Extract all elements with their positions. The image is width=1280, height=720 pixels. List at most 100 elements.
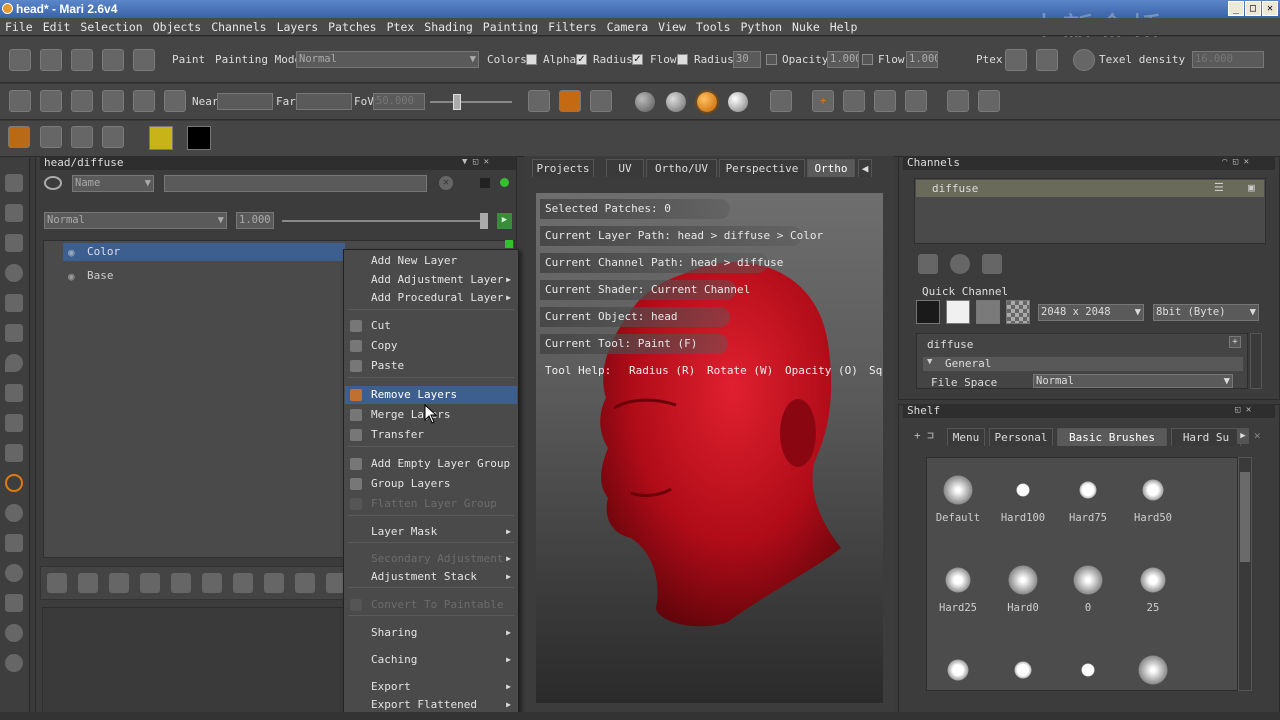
axis-grid-icon[interactable] xyxy=(905,90,927,112)
layer-row-color[interactable]: ◉ Color xyxy=(63,243,345,261)
colors-checkbox[interactable] xyxy=(526,54,537,65)
menu-channels[interactable]: Channels xyxy=(206,18,271,36)
menu-ptex[interactable]: Ptex xyxy=(382,18,420,36)
minimize-button[interactable]: _ xyxy=(1228,1,1244,16)
ball-tool-icon[interactable] xyxy=(559,90,581,112)
far-field[interactable] xyxy=(296,93,352,110)
radius-checkbox[interactable] xyxy=(632,52,643,65)
channel-row-diffuse[interactable]: diffuse ☰ ▣ xyxy=(916,180,1264,197)
axis-plus-icon[interactable]: + xyxy=(812,90,834,112)
tab-scroll-left-icon[interactable]: ◀ xyxy=(858,159,872,177)
eye-icon[interactable] xyxy=(40,126,62,148)
globe-icon[interactable] xyxy=(1073,49,1095,71)
ptex-grid-icon[interactable] xyxy=(1005,49,1027,71)
layer-filter-input[interactable] xyxy=(164,175,427,192)
cube-icon[interactable] xyxy=(102,90,124,112)
drop-icon[interactable] xyxy=(5,354,23,372)
brush-preset[interactable] xyxy=(1123,640,1183,690)
menu-tools[interactable]: Tools xyxy=(691,18,736,36)
painting-mode-select[interactable]: Normal ▼ xyxy=(296,51,479,68)
opacity-lock-checkbox[interactable] xyxy=(862,54,873,65)
pin-icon[interactable] xyxy=(5,444,23,462)
menu-nuke[interactable]: Nuke xyxy=(787,18,825,36)
eye-visibility-icon[interactable]: ◉ xyxy=(68,270,75,283)
menu-item-export[interactable]: Export ▶ xyxy=(345,678,517,696)
collapse-arrow-icon[interactable]: ▼ xyxy=(927,357,932,367)
opacity-field[interactable]: 1.000 xyxy=(827,51,859,68)
menu-objects[interactable]: Objects xyxy=(148,18,206,36)
menu-file[interactable]: File xyxy=(0,18,38,36)
transform-reset-icon[interactable] xyxy=(978,90,1000,112)
flatten-icon[interactable] xyxy=(295,573,315,593)
brush-preset[interactable]: 0 xyxy=(1058,550,1118,614)
radius-field[interactable]: 30 xyxy=(733,51,761,68)
camera-icon[interactable] xyxy=(40,90,62,112)
near-field[interactable] xyxy=(217,93,273,110)
zoom-icon[interactable] xyxy=(5,264,23,282)
menu-python[interactable]: Python xyxy=(736,18,788,36)
merge-icon[interactable] xyxy=(233,573,253,593)
eye-visibility-icon[interactable]: ◉ xyxy=(68,246,75,259)
hand-pan-icon[interactable] xyxy=(5,234,23,252)
menu-item-add-empty-layer-group[interactable]: Add Empty Layer Group xyxy=(345,455,517,473)
menu-help[interactable]: Help xyxy=(825,18,863,36)
shelf-scrollbar-thumb[interactable] xyxy=(1240,472,1250,562)
axis-x-icon[interactable] xyxy=(874,90,896,112)
quick-transparent-swatch[interactable] xyxy=(1006,300,1030,324)
menu-item-sharing[interactable]: Sharing ▶ xyxy=(345,624,517,642)
marquee-select-icon[interactable] xyxy=(5,204,23,222)
menu-view[interactable]: View xyxy=(653,18,691,36)
flow-checkbox[interactable] xyxy=(677,54,688,65)
flow-field[interactable]: 1.000 xyxy=(906,51,938,68)
blend-mode-select[interactable]: Normal ▼ xyxy=(44,212,227,229)
close-tab-icon[interactable]: ✕ xyxy=(1254,429,1266,443)
brush-preset[interactable]: Hard0 xyxy=(993,550,1053,614)
close-file-icon[interactable] xyxy=(40,49,62,71)
quick-grey-swatch[interactable] xyxy=(976,300,1000,324)
menu-item-adjustment-stack[interactable]: Adjustment Stack ▶ xyxy=(345,568,517,586)
menu-camera[interactable]: Camera xyxy=(602,18,654,36)
brush-preset[interactable]: Hard25 xyxy=(928,550,988,614)
shelf-tab-menu[interactable]: Menu xyxy=(947,428,985,446)
menu-edit[interactable]: Edit xyxy=(38,18,76,36)
channel-size-select[interactable]: 2048 x 2048 ▼ xyxy=(1038,304,1144,321)
fov-slider-handle[interactable] xyxy=(453,94,461,110)
quick-black-swatch[interactable] xyxy=(916,300,940,324)
group-layers-icon[interactable] xyxy=(171,573,191,593)
tab-projects[interactable]: Projects xyxy=(532,159,594,177)
select-arrow-icon[interactable] xyxy=(5,174,23,192)
foreground-color-swatch[interactable] xyxy=(149,126,173,150)
menu-item-group-layers[interactable]: Group Layers xyxy=(345,475,517,493)
paint-brush-active-icon[interactable] xyxy=(5,474,23,492)
alpha-checkbox[interactable] xyxy=(576,52,587,65)
menu-layers[interactable]: Layers xyxy=(272,18,324,36)
layer-opacity-slider-track[interactable] xyxy=(282,220,485,222)
eye-settings-icon[interactable] xyxy=(102,126,124,148)
panel-controls-icon[interactable]: ◱ ✕ xyxy=(1235,405,1277,417)
menu-patches[interactable]: Patches xyxy=(323,18,381,36)
background-color-swatch[interactable] xyxy=(187,126,211,150)
layer-opacity-field[interactable]: 1.000 xyxy=(236,212,274,229)
list-menu-icon[interactable]: ☰ xyxy=(1214,181,1224,194)
panel-controls-icon[interactable]: ▼ ◱ ✕ xyxy=(462,157,512,169)
fill-icon[interactable] xyxy=(5,594,23,612)
radius-lock-checkbox[interactable] xyxy=(766,54,777,65)
add-shelf-icon[interactable]: + ⊐ xyxy=(914,429,944,443)
full-shading-icon[interactable] xyxy=(728,92,748,112)
mask-icon[interactable] xyxy=(202,573,222,593)
tab-uv[interactable]: UV xyxy=(606,159,644,177)
grid-select-icon[interactable] xyxy=(590,90,612,112)
add-channel-icon[interactable] xyxy=(918,254,938,274)
lit-shading-icon[interactable] xyxy=(666,92,686,112)
add-procedural-icon[interactable] xyxy=(109,573,129,593)
menu-item-caching[interactable]: Caching ▶ xyxy=(345,651,517,669)
general-group-row[interactable]: ▼ General xyxy=(923,357,1243,371)
tab-scroll-right-icon[interactable]: ▶ xyxy=(1237,428,1249,444)
fov-slider-track[interactable] xyxy=(430,101,512,103)
transform-icon[interactable] xyxy=(947,90,969,112)
refresh-channel-icon[interactable] xyxy=(950,254,970,274)
add-layer-icon[interactable] xyxy=(47,573,67,593)
download-icon[interactable] xyxy=(71,49,93,71)
menu-painting[interactable]: Painting xyxy=(478,18,543,36)
brush-preset[interactable]: Hard75 xyxy=(1058,460,1118,524)
